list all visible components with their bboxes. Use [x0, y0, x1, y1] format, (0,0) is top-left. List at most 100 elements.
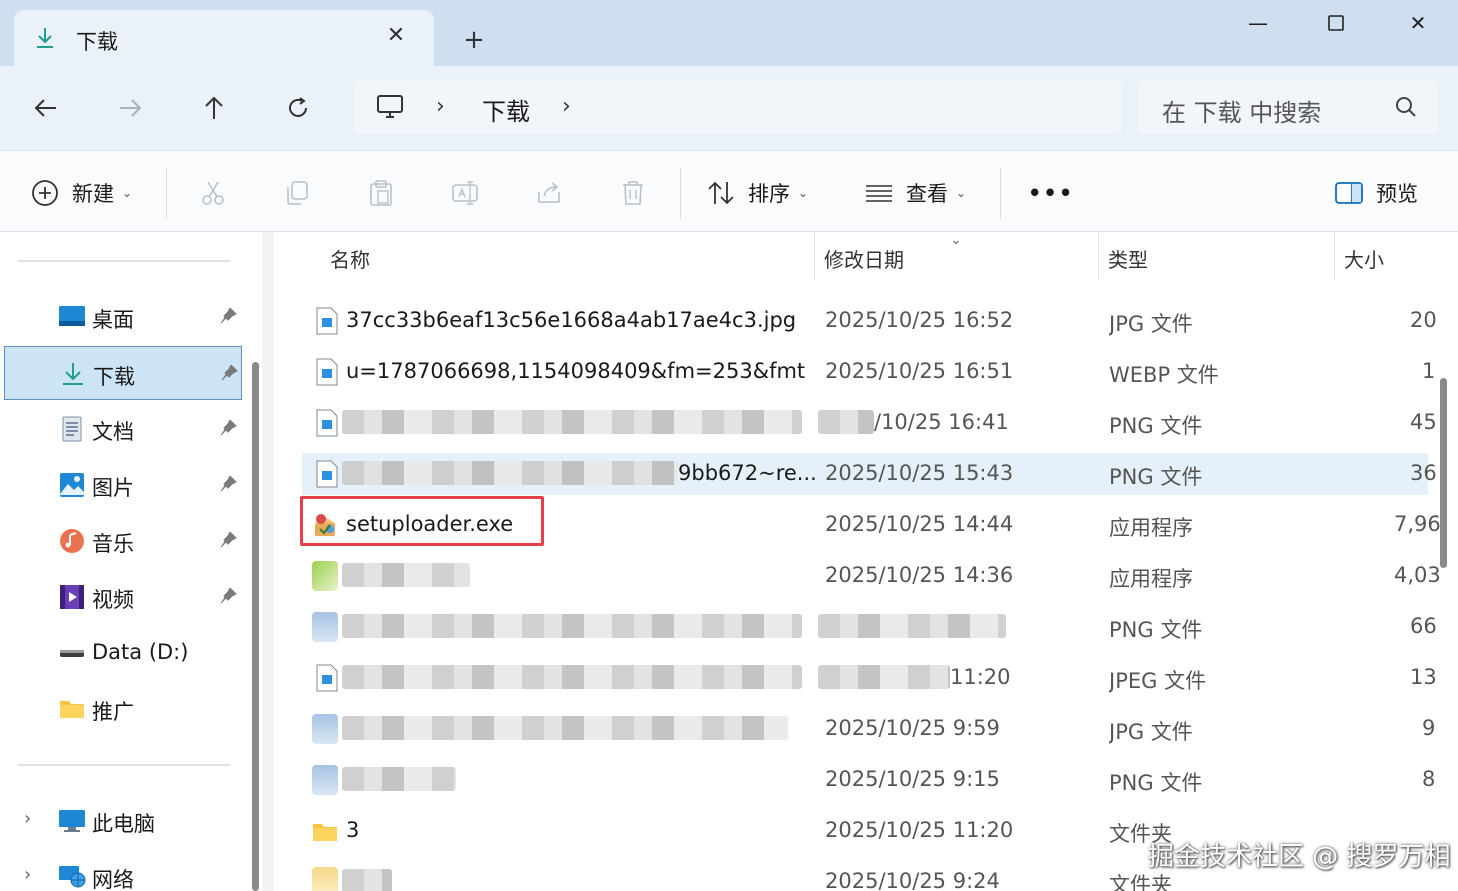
minimize-button[interactable]: —: [1238, 10, 1278, 36]
preview-pane-button[interactable]: 预览: [1334, 175, 1418, 211]
search-input[interactable]: 在 下载 中搜索: [1138, 80, 1438, 134]
chevron-right-icon[interactable]: ›: [436, 94, 445, 119]
column-divider[interactable]: [1334, 232, 1335, 280]
table-row[interactable]: 9bb672~re... 2025/10/25 15:43 PNG 文件 36: [302, 453, 1437, 495]
sidebar-item-data-drive[interactable]: Data (D:): [4, 626, 242, 680]
file-list-scrollbar[interactable]: [1440, 378, 1447, 568]
sidebar-item-network[interactable]: › 网络: [4, 850, 242, 891]
breadcrumb-downloads[interactable]: 下载: [482, 92, 530, 127]
close-window-button[interactable]: ✕: [1398, 10, 1438, 36]
file-size: 13: [1410, 665, 1437, 689]
new-button[interactable]: 新建 ⌄: [30, 175, 132, 211]
music-icon: [60, 529, 84, 553]
back-button[interactable]: [26, 88, 66, 128]
file-date: 2025/10/25 16:52: [825, 308, 1014, 332]
sidebar-item-music[interactable]: 音乐: [4, 514, 242, 568]
refresh-button[interactable]: [278, 88, 318, 128]
new-label: 新建: [72, 182, 114, 206]
sidebar-item-label: 视频: [92, 588, 134, 612]
pin-icon[interactable]: [218, 306, 238, 326]
sidebar-scrollbar[interactable]: [252, 362, 259, 891]
table-row[interactable]: 37cc33b6eaf13c56e1668a4ab17ae4c3.jpg 202…: [302, 300, 1437, 342]
sidebar-item-label: 下载: [93, 365, 135, 389]
sidebar-item-promotion-folder[interactable]: 推广: [4, 682, 242, 736]
folder-icon: [312, 867, 338, 891]
file-list: 名称 ⌄ 修改日期 类型 大小 37cc33b6eaf13c56e1668a4a…: [274, 232, 1458, 891]
file-date: 2025/10/25 14:36: [825, 563, 1014, 587]
title-bar: 下载 ✕ + — ✕: [0, 0, 1458, 66]
table-row[interactable]: PNG 文件 66: [302, 606, 1437, 648]
table-row[interactable]: 2025/10/25 9:59 JPG 文件 9: [302, 708, 1435, 750]
pin-icon[interactable]: [218, 586, 238, 606]
redacted-filename: [342, 665, 802, 689]
arrow-up-icon: [205, 96, 223, 119]
sidebar-item-label: 此电脑: [92, 812, 155, 836]
chevron-right-icon[interactable]: ›: [24, 808, 31, 829]
sidebar-item-pictures[interactable]: 图片: [4, 458, 242, 512]
rename-button[interactable]: [450, 175, 480, 211]
file-date: 2025/10/25 11:20: [825, 818, 1014, 842]
chevron-down-icon: ⌄: [956, 186, 967, 200]
forward-button[interactable]: [110, 88, 150, 128]
more-options-button[interactable]: •••: [1028, 175, 1074, 211]
column-header-size[interactable]: 大小: [1344, 232, 1384, 280]
pin-icon[interactable]: [218, 530, 238, 550]
maximize-icon: [1328, 15, 1344, 31]
pin-icon[interactable]: [218, 474, 238, 494]
sidebar-item-videos[interactable]: 视频: [4, 570, 242, 624]
tab-downloads[interactable]: 下载 ✕: [14, 10, 434, 66]
table-row[interactable]: u=1787066698,1154098409&fm=253&fmt=... 2…: [302, 351, 1435, 393]
sidebar-item-label: 桌面: [92, 308, 134, 332]
folder-icon: [313, 824, 337, 841]
table-row[interactable]: 2025/10/25 9:15 PNG 文件 8: [302, 759, 1435, 801]
close-tab-button[interactable]: ✕: [384, 24, 408, 48]
table-row[interactable]: 2025/10/25 14:36 应用程序 4,03: [302, 555, 1441, 597]
paste-button[interactable]: [366, 175, 396, 211]
cut-button[interactable]: [198, 175, 228, 211]
sidebar-item-documents[interactable]: 文档: [4, 402, 242, 456]
chevron-right-icon[interactable]: ›: [24, 864, 31, 885]
file-size: 36: [1410, 461, 1437, 485]
pin-icon[interactable]: [219, 363, 239, 383]
copy-button[interactable]: [282, 175, 312, 211]
maximize-button[interactable]: [1316, 10, 1356, 36]
up-button[interactable]: [194, 88, 234, 128]
image-file-icon: [316, 409, 338, 437]
trash-icon: [623, 181, 643, 205]
file-size: 9: [1422, 716, 1436, 740]
pin-icon[interactable]: [218, 418, 238, 438]
download-icon: [63, 363, 83, 385]
table-row[interactable]: /10/25 16:41 PNG 文件 45: [302, 402, 1437, 444]
column-header-name[interactable]: 名称: [330, 232, 370, 280]
monitor-icon: [377, 95, 403, 118]
pane-divider[interactable]: [262, 232, 274, 891]
redacted-filename: [342, 410, 802, 434]
list-view-icon: [866, 185, 892, 202]
column-header-type[interactable]: 类型: [1108, 232, 1148, 280]
column-divider[interactable]: [814, 232, 815, 280]
column-divider[interactable]: [1098, 232, 1099, 280]
view-button[interactable]: 查看 ⌄: [864, 175, 966, 211]
clipboard-icon: [370, 180, 392, 206]
file-size: 1: [1422, 359, 1436, 383]
file-name: 37cc33b6eaf13c56e1668a4ab17ae4c3.jpg: [346, 308, 797, 332]
chevron-right-icon[interactable]: ›: [562, 94, 571, 119]
sort-button[interactable]: 排序 ⌄: [706, 175, 808, 211]
sidebar-item-desktop[interactable]: 桌面: [4, 290, 242, 344]
share-button[interactable]: [534, 175, 564, 211]
download-icon: [37, 28, 53, 48]
table-row[interactable]: 11:20 JPEG 文件 13: [302, 657, 1437, 699]
sidebar-item-label: Data (D:): [92, 640, 189, 664]
redacted-filename: [342, 563, 470, 587]
preview-label: 预览: [1376, 182, 1418, 206]
new-tab-button[interactable]: +: [460, 26, 488, 54]
image-file-icon: [316, 307, 338, 335]
drive-icon: [60, 650, 84, 657]
sidebar-item-this-pc[interactable]: › 此电脑: [4, 794, 242, 848]
file-type: JPG 文件: [1109, 312, 1193, 336]
delete-button[interactable]: [618, 175, 648, 211]
toolbar-divider: [1000, 167, 1001, 219]
column-header-date[interactable]: 修改日期: [824, 232, 904, 280]
address-bar[interactable]: › 下载 ›: [354, 80, 1122, 134]
sidebar-item-downloads[interactable]: 下载: [4, 346, 242, 400]
